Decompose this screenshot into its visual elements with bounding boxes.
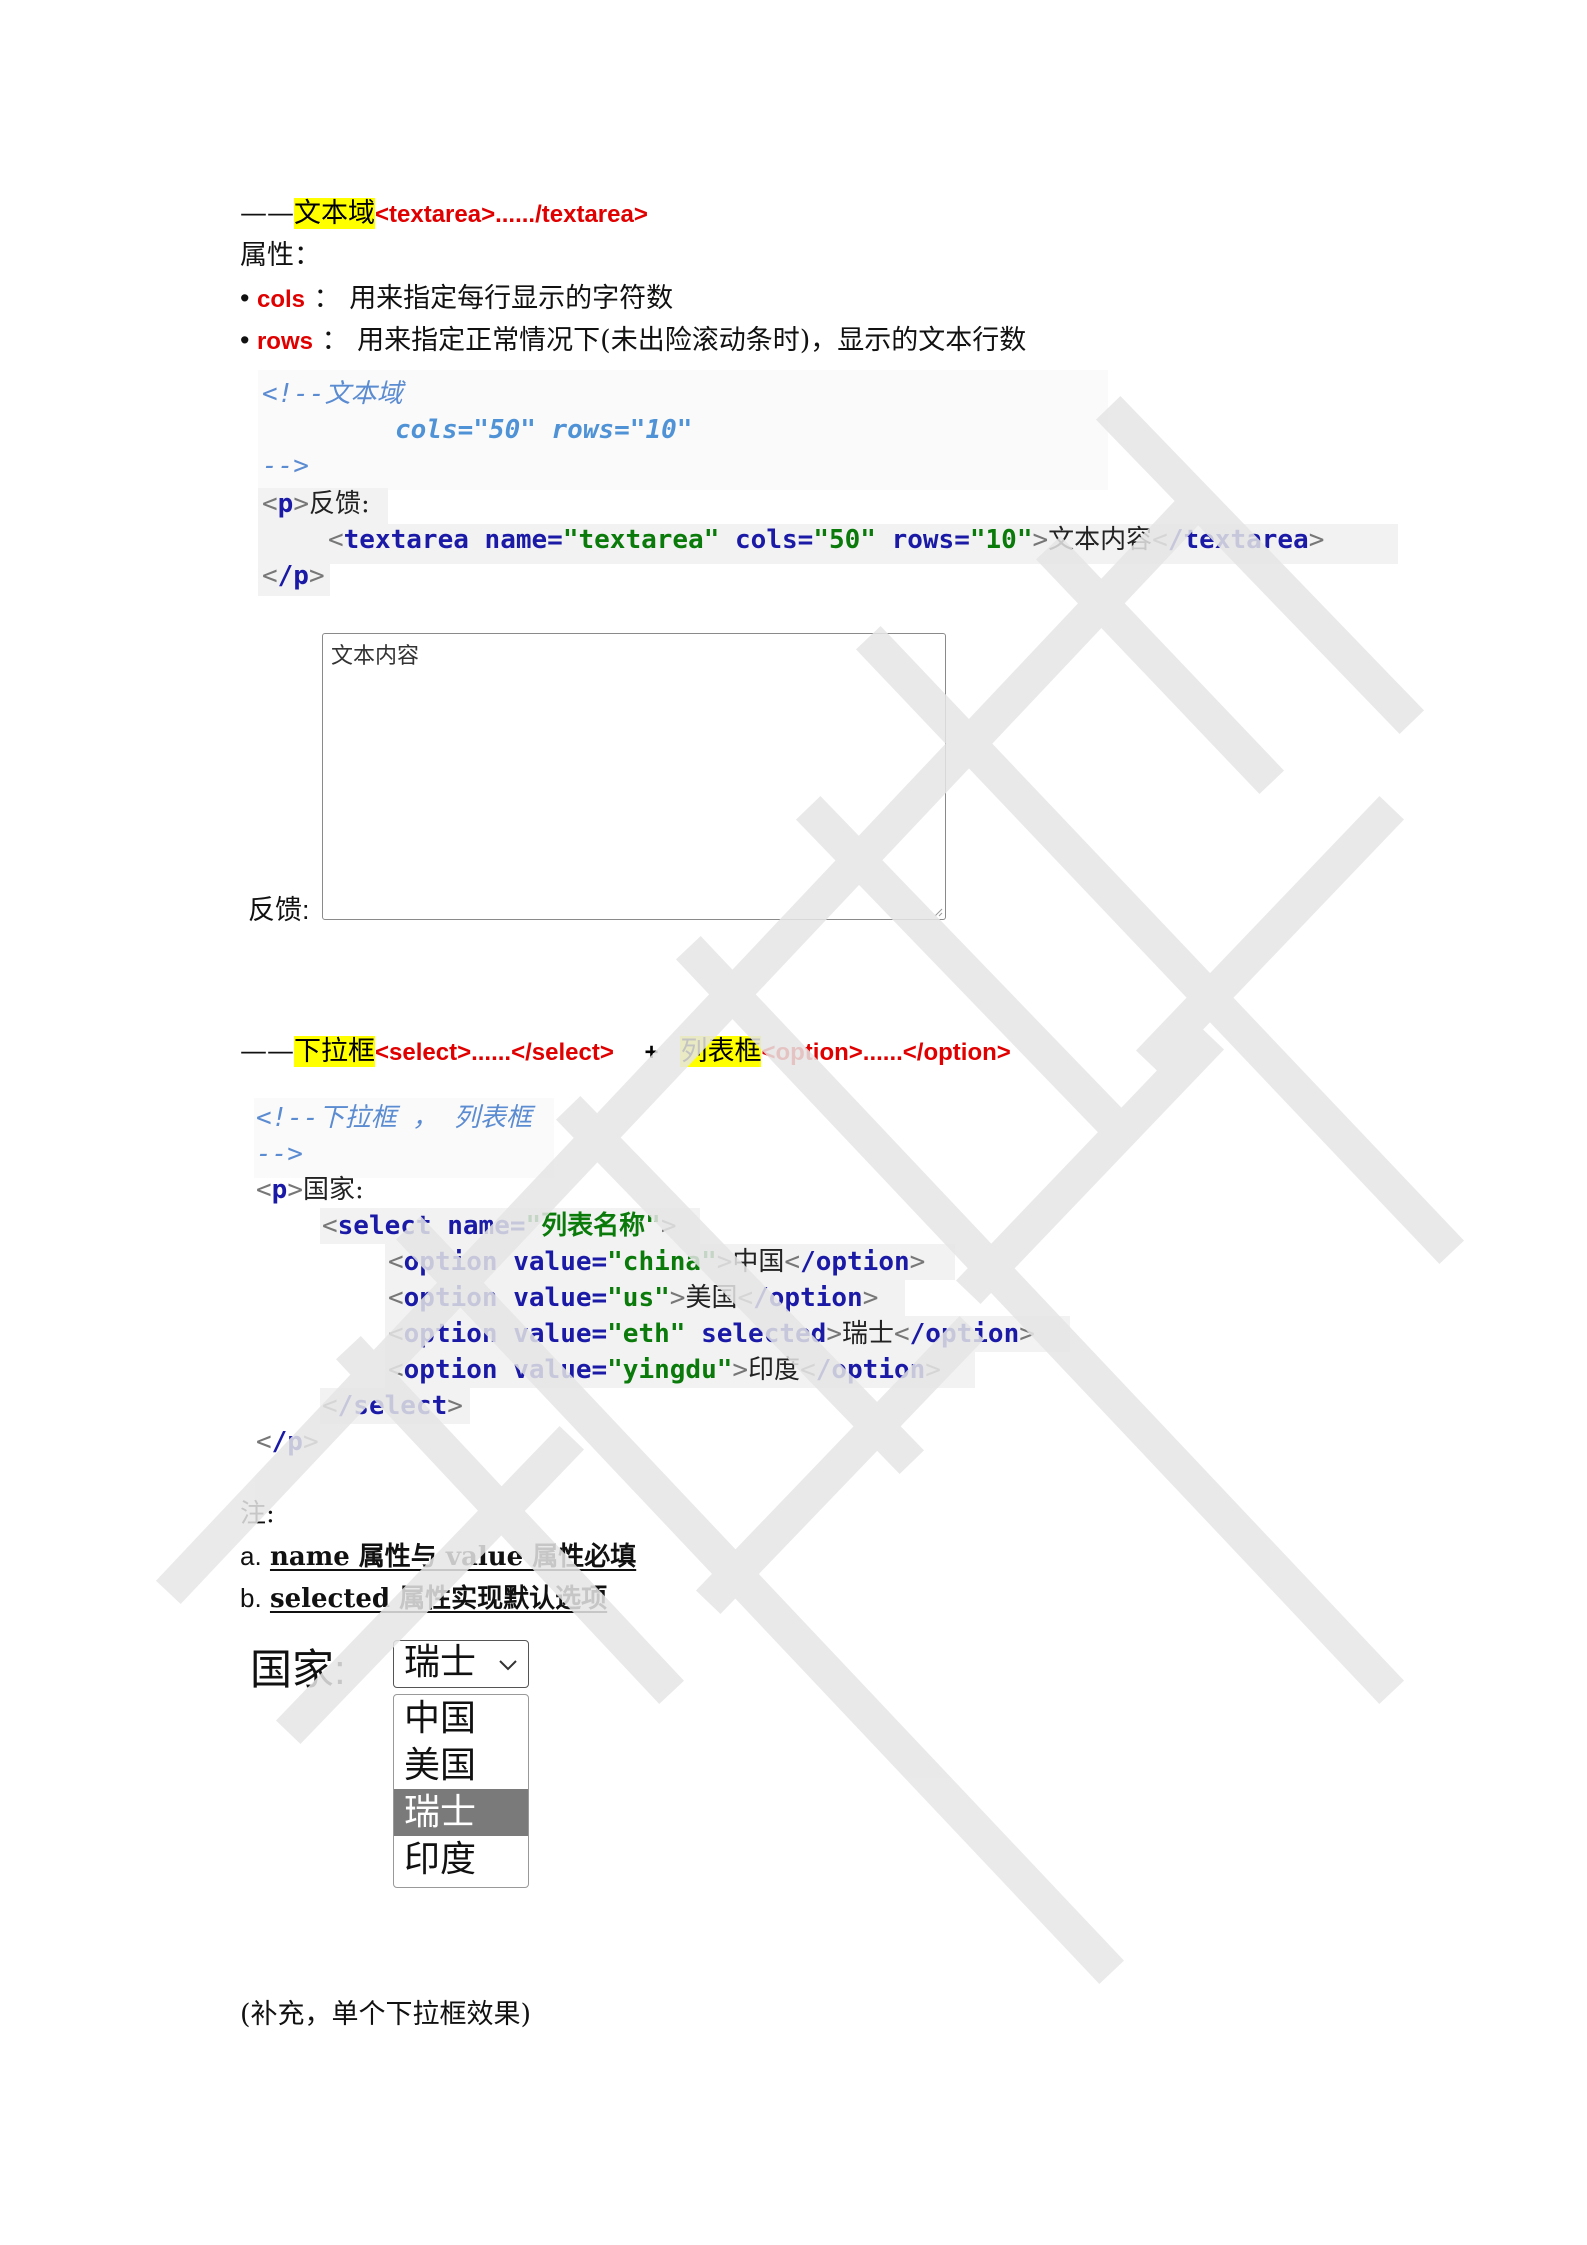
country-option[interactable]: 中国 bbox=[394, 1695, 528, 1742]
note-a-text: name 属性与 value 属性必填 bbox=[269, 1542, 637, 1572]
code-p-open: <p>反馈: bbox=[262, 489, 370, 519]
note-a-prefix: a. bbox=[240, 1541, 262, 1571]
code-p-close: </p> bbox=[262, 561, 325, 591]
attributes-label: 属性： bbox=[240, 240, 321, 271]
code-comment-open: <!--下拉框 ， 列表框 bbox=[256, 1103, 532, 1133]
code-select-close: </select> bbox=[322, 1391, 463, 1421]
heading-highlight: 下拉框 bbox=[294, 1036, 375, 1067]
bullet-dot-icon: • bbox=[240, 325, 257, 355]
bullet-rows: • rows ： 用来指定正常情况下(未出险滚动条时)，显示的文本行数 bbox=[240, 322, 1026, 360]
code-comment-open: <!--文本域 bbox=[262, 379, 403, 409]
bullet-cols: • cols ： 用来指定每行显示的字符数 bbox=[240, 280, 673, 318]
feedback-label: 反馈: bbox=[248, 895, 310, 925]
chevron-down-icon bbox=[499, 1660, 517, 1671]
country-option[interactable]: 瑞士 bbox=[394, 1789, 528, 1836]
resize-handle-icon[interactable] bbox=[933, 907, 943, 917]
attr-sep: ： bbox=[313, 283, 341, 314]
country-label: 国家: bbox=[250, 1646, 346, 1693]
bullet-dot-icon: • bbox=[240, 283, 257, 313]
code-option-line: <option value="us">美国</option> bbox=[388, 1283, 879, 1313]
selected-value: 瑞士 bbox=[404, 1642, 477, 1683]
country-option[interactable]: 美国 bbox=[394, 1742, 528, 1789]
textarea-heading: ——文本域<textarea>....../textarea> bbox=[240, 196, 648, 233]
select-heading: ——下拉框<select>......</select> + 列表框<option… bbox=[240, 1034, 1011, 1071]
feedback-textarea[interactable]: 文本内容 bbox=[322, 633, 946, 920]
note-b: b. selected 属性实现默认选项 bbox=[240, 1580, 607, 1617]
heading-highlight-2: 列表框 bbox=[680, 1036, 762, 1067]
attr-name: rows bbox=[256, 328, 313, 355]
code-option-line: <option value="yingdu">印度</option> bbox=[388, 1355, 941, 1385]
code-option-line: <option value="china">中国</option> bbox=[388, 1247, 926, 1277]
attr-desc: 用来指定正常情况下(未出险滚动条时)，显示的文本行数 bbox=[357, 325, 1027, 356]
code-p-open: <p>国家: bbox=[256, 1175, 364, 1205]
code-select-open: <select name="列表名称"> bbox=[322, 1211, 677, 1241]
note-a: a. name 属性与 value 属性必填 bbox=[240, 1538, 636, 1575]
attr-sep: ： bbox=[321, 325, 349, 356]
heading-tag: <select>......</select> bbox=[375, 1039, 614, 1066]
heading-plus: + bbox=[644, 1039, 659, 1066]
heading-tag: <textarea>....../textarea> bbox=[375, 201, 648, 228]
notes-label: 注: bbox=[240, 1499, 275, 1529]
code-comment-attrs: cols="50" rows="10" bbox=[395, 415, 693, 445]
heading-tag-2: <option>......</option> bbox=[761, 1039, 1011, 1066]
code-comment-close: --> bbox=[262, 451, 309, 481]
code-textarea-line: <textarea name="textarea" cols="50" rows… bbox=[328, 525, 1325, 555]
heading-dash: —— bbox=[240, 198, 294, 229]
country-option-list[interactable]: 中国 美国 瑞士 印度 bbox=[393, 1694, 529, 1888]
heading-dash: —— bbox=[240, 1036, 294, 1067]
code-comment-close: --> bbox=[256, 1139, 303, 1169]
attr-desc: 用来指定每行显示的字符数 bbox=[349, 283, 674, 314]
note-b-text: selected 属性实现默认选项 bbox=[269, 1584, 608, 1614]
attr-name: cols bbox=[256, 286, 305, 313]
textarea-content: 文本内容 bbox=[331, 644, 420, 669]
code-option-line: <option value="eth" selected>瑞士</option> bbox=[388, 1319, 1035, 1349]
country-select[interactable]: 瑞士 bbox=[393, 1640, 529, 1688]
heading-highlight: 文本域 bbox=[294, 198, 375, 229]
code-p-close: </p> bbox=[256, 1427, 319, 1457]
country-option[interactable]: 印度 bbox=[394, 1836, 528, 1883]
note-b-prefix: b. bbox=[240, 1583, 262, 1613]
supplement-caption: (补充，单个下拉框效果) bbox=[240, 1999, 532, 2030]
